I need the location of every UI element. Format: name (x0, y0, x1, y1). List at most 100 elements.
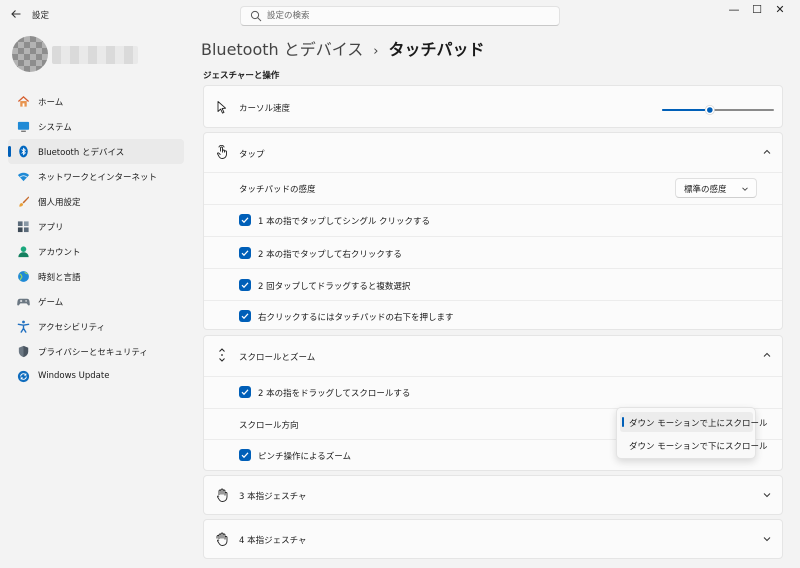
checkbox-label: 右クリックするにはタッチパッドの右下を押します (258, 313, 454, 323)
sidebar-item-bluetooth[interactable]: Bluetooth とデバイス (8, 139, 184, 164)
sidebar-item-label: アプリ (38, 223, 64, 233)
drag-scroll-checkbox[interactable] (239, 386, 251, 398)
sidebar-item-accounts[interactable]: アカウント (8, 239, 184, 264)
option-label: ダウン モーションで上にスクロール (629, 419, 768, 429)
cursor-icon (217, 101, 227, 114)
four-finger-card[interactable]: 4 本指ジェスチャ (203, 519, 783, 559)
sidebar-item-label: アカウント (38, 248, 81, 258)
brush-icon (19, 196, 30, 207)
close-button[interactable]: ✕ (757, 0, 800, 22)
scroll-direction-option[interactable]: ダウン モーションで下にスクロール (620, 435, 768, 455)
option-label: ダウン モーションで下にスクロール (629, 442, 768, 452)
avatar (12, 36, 48, 72)
tap-right-click-checkbox[interactable] (239, 247, 251, 259)
sidebar-item-label: ホーム (38, 98, 64, 108)
checkbox-label: 2 本の指でタップして右クリックする (258, 250, 402, 260)
sidebar-item-home[interactable]: ホーム (8, 89, 184, 114)
system-icon (17, 121, 30, 132)
checkbox-label: 2 回タップしてドラッグすると複数選択 (258, 282, 411, 292)
checkmark-icon (241, 452, 249, 459)
user-name-redacted (52, 46, 138, 64)
tap-option-row[interactable]: 右クリックするにはタッチパッドの右下を押します (204, 301, 782, 330)
globe-icon (18, 271, 29, 282)
cursor-speed-card: カーソル速度 (203, 85, 783, 128)
scroll-zoom-header[interactable]: スクロールとズーム (204, 336, 782, 376)
tap-option-row[interactable]: 1 本の指でタップしてシングル クリックする (204, 205, 782, 236)
breadcrumb-separator: › (373, 44, 379, 59)
chevron-up-icon[interactable] (762, 147, 772, 157)
taps-title: タップ (239, 150, 265, 160)
tap-option-row[interactable]: 2 本の指でタップして右クリックする (204, 237, 782, 268)
sidebar-item-personalization[interactable]: 個人用設定 (8, 189, 184, 214)
title-bar: 設定 — ☐ ✕ (0, 0, 800, 32)
wifi-icon (17, 172, 30, 182)
breadcrumb: Bluetooth とデバイス › タッチパッド (201, 36, 485, 60)
chevron-down-icon (742, 187, 748, 191)
three-finger-hand-icon (217, 488, 228, 502)
taps-card: タップ タッチパッドの感度 標準の感度 1 本の指でタップしてシングル クリック… (203, 132, 783, 330)
page-title: タッチパッド (388, 40, 485, 59)
chevron-down-icon[interactable] (762, 490, 772, 500)
checkbox-label: 1 本の指でタップしてシングル クリックする (258, 217, 431, 227)
sidebar-item-windows-update[interactable]: Windows Update (8, 364, 184, 389)
sidebar-item-label: 個人用設定 (38, 198, 81, 208)
breadcrumb-parent[interactable]: Bluetooth とデバイス (201, 40, 363, 59)
search-box[interactable] (240, 6, 560, 26)
three-finger-title: 3 本指ジェスチャ (239, 492, 307, 502)
scroll-direction-option[interactable]: ダウン モーションで上にスクロール (620, 412, 768, 432)
sidebar-item-system[interactable]: システム (8, 114, 184, 139)
sidebar-item-label: アクセシビリティ (38, 323, 106, 333)
accessibility-icon (17, 320, 30, 333)
back-button[interactable] (8, 8, 24, 24)
scroll-icon (219, 348, 225, 362)
checkmark-icon (241, 217, 249, 224)
chevron-up-icon[interactable] (762, 350, 772, 360)
search-icon (250, 10, 262, 22)
windows-update-icon (17, 370, 30, 383)
scroll-option-row[interactable]: 2 本の指をドラッグしてスクロールする (204, 377, 782, 408)
taps-header[interactable]: タップ (204, 133, 782, 172)
checkmark-icon (241, 282, 249, 289)
sidebar-item-apps[interactable]: アプリ (8, 214, 184, 239)
scroll-zoom-title: スクロールとズーム (239, 353, 316, 363)
sidebar-item-label: ネットワークとインターネット (38, 173, 158, 183)
pinch-zoom-checkbox[interactable] (239, 449, 251, 461)
search-input[interactable] (267, 9, 552, 23)
shield-icon (18, 345, 29, 358)
gamepad-icon (17, 298, 30, 306)
tap-drag-select-checkbox[interactable] (239, 279, 251, 291)
bluetooth-icon (19, 145, 28, 158)
section-title: ジェスチャーと操作 (203, 71, 280, 81)
apps-icon (17, 221, 29, 233)
chevron-down-icon[interactable] (762, 534, 772, 544)
cursor-speed-slider[interactable] (662, 105, 774, 115)
sidebar-item-label: ゲーム (38, 298, 64, 308)
sidebar-item-accessibility[interactable]: アクセシビリティ (8, 314, 184, 339)
sidebar-item-label: システム (38, 123, 72, 133)
sensitivity-label: タッチパッドの感度 (239, 185, 316, 195)
checkmark-icon (241, 250, 249, 257)
home-icon (17, 95, 30, 107)
sidebar-item-label: Windows Update (38, 371, 110, 381)
four-finger-title: 4 本指ジェスチャ (239, 536, 307, 546)
sidebar-item-network[interactable]: ネットワークとインターネット (8, 164, 184, 189)
three-finger-card[interactable]: 3 本指ジェスチャ (203, 475, 783, 515)
sidebar-item-time-language[interactable]: 時刻と言語 (8, 264, 184, 289)
sidebar-item-gaming[interactable]: ゲーム (8, 289, 184, 314)
checkbox-label: ピンチ操作によるズーム (258, 452, 351, 462)
tap-single-click-checkbox[interactable] (239, 214, 251, 226)
app-title: 設定 (32, 11, 50, 21)
arrow-left-icon (11, 10, 21, 18)
scroll-direction-label: スクロール方向 (239, 421, 299, 431)
cursor-speed-label: カーソル速度 (239, 104, 291, 114)
sidebar-nav: ホーム システム Bluetooth とデバイス ネットワークとインターネット … (8, 89, 184, 389)
sensitivity-dropdown[interactable]: 標準の感度 (675, 178, 757, 198)
checkbox-label: 2 本の指をドラッグしてスクロールする (258, 389, 411, 399)
sidebar-item-label: Bluetooth とデバイス (38, 148, 125, 158)
tap-bottom-right-checkbox[interactable] (239, 310, 251, 322)
sidebar-item-label: 時刻と言語 (38, 273, 81, 283)
tap-option-row[interactable]: 2 回タップしてドラッグすると複数選択 (204, 269, 782, 300)
four-finger-hand-icon (216, 532, 228, 546)
sidebar-item-privacy-security[interactable]: プライバシーとセキュリティ (8, 339, 184, 364)
checkmark-icon (241, 313, 249, 320)
